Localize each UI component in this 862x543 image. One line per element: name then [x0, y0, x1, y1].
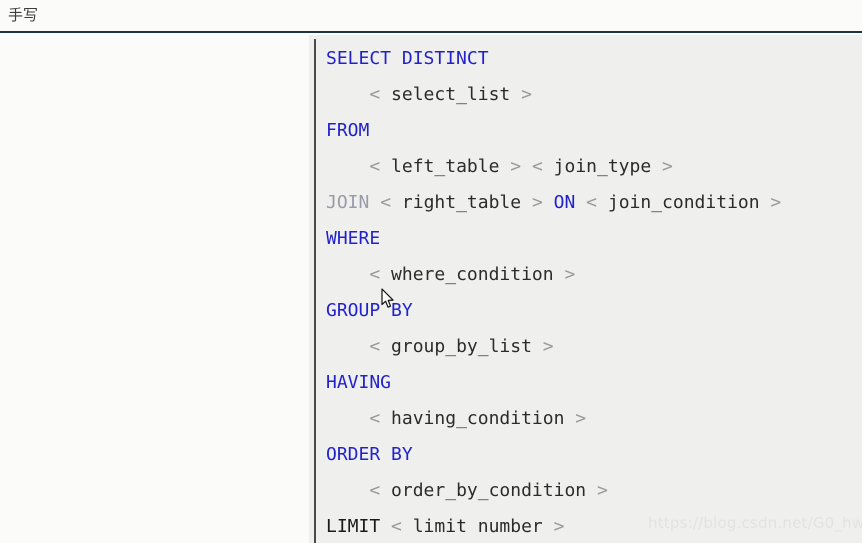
code-line: WHERE [326, 221, 862, 257]
code-token: WHERE [326, 228, 381, 249]
code-line: < select_list > [326, 77, 862, 113]
code-line: ORDER BY [326, 437, 862, 473]
code-line: < order_by_condition > [326, 473, 862, 509]
code-token: JOIN [326, 192, 370, 213]
code-token: SELECT [326, 48, 392, 69]
code-token: < [391, 516, 402, 537]
sql-code-text[interactable]: SELECT DISTINCT < select_list > FROM < le… [326, 41, 862, 543]
code-token: < [369, 264, 381, 285]
code-token: > [770, 192, 782, 213]
code-token: order_by_condition [391, 480, 587, 501]
code-line: FROM [326, 113, 862, 149]
code-token: > [662, 156, 673, 177]
code-token: > [575, 408, 587, 429]
code-token: > [564, 264, 576, 285]
code-token: > [521, 84, 532, 105]
code-token: HAVING [326, 372, 392, 393]
code-token: < [369, 408, 381, 429]
code-token: having_condition [391, 408, 565, 429]
code-token: DISTINCT [401, 48, 489, 69]
code-token: > [531, 192, 543, 213]
code-token: < [369, 480, 381, 501]
code-token: < [369, 336, 381, 357]
code-token: BY [391, 300, 413, 321]
code-token: group_by_list [391, 336, 532, 357]
code-token: where_condition [391, 264, 554, 285]
code-line: < group_by_list > [326, 329, 862, 365]
code-line: < where_condition > [326, 257, 862, 293]
left-blank-pane [0, 35, 309, 543]
code-token: LIMIT [326, 516, 381, 537]
code-token: < [369, 156, 381, 177]
code-token: < [586, 192, 598, 213]
code-token: join_type [553, 156, 652, 177]
code-token: right_table [401, 192, 522, 213]
code-line: < having_condition > [326, 401, 862, 437]
code-token: ORDER [326, 444, 381, 465]
code-line: SELECT DISTINCT [326, 41, 862, 77]
code-token: < [380, 192, 392, 213]
code-token: FROM [326, 120, 370, 141]
code-token: > [542, 336, 554, 357]
code-token: select_list [391, 84, 511, 105]
code-token: < [369, 84, 381, 105]
code-token: GROUP [326, 300, 381, 321]
code-line: HAVING [326, 365, 862, 401]
code-token: < [531, 156, 543, 177]
code-token: > [510, 156, 522, 177]
code-line: < left_table > < join_type > [326, 149, 862, 185]
code-block-left-rule [314, 39, 316, 543]
code-token: > [553, 516, 565, 537]
code-token: limit number [412, 516, 543, 537]
code-token: > [596, 480, 608, 501]
code-token: join_condition [607, 192, 760, 213]
code-token: left_table [391, 156, 500, 177]
code-token: ON [553, 192, 576, 213]
code-block[interactable]: SELECT DISTINCT < select_list > FROM < le… [309, 35, 862, 543]
code-token: BY [391, 444, 413, 465]
app-window: 手写 SELECT DISTINCT < select_list > FROM <… [0, 0, 862, 543]
watermark-text: https://blog.csdn.net/G0_hw [648, 514, 862, 532]
code-line: GROUP BY [326, 293, 862, 329]
page-title: 手写 [8, 6, 39, 24]
code-line: JOIN < right_table > ON < join_condition… [326, 185, 862, 221]
window-header: 手写 [0, 0, 862, 33]
